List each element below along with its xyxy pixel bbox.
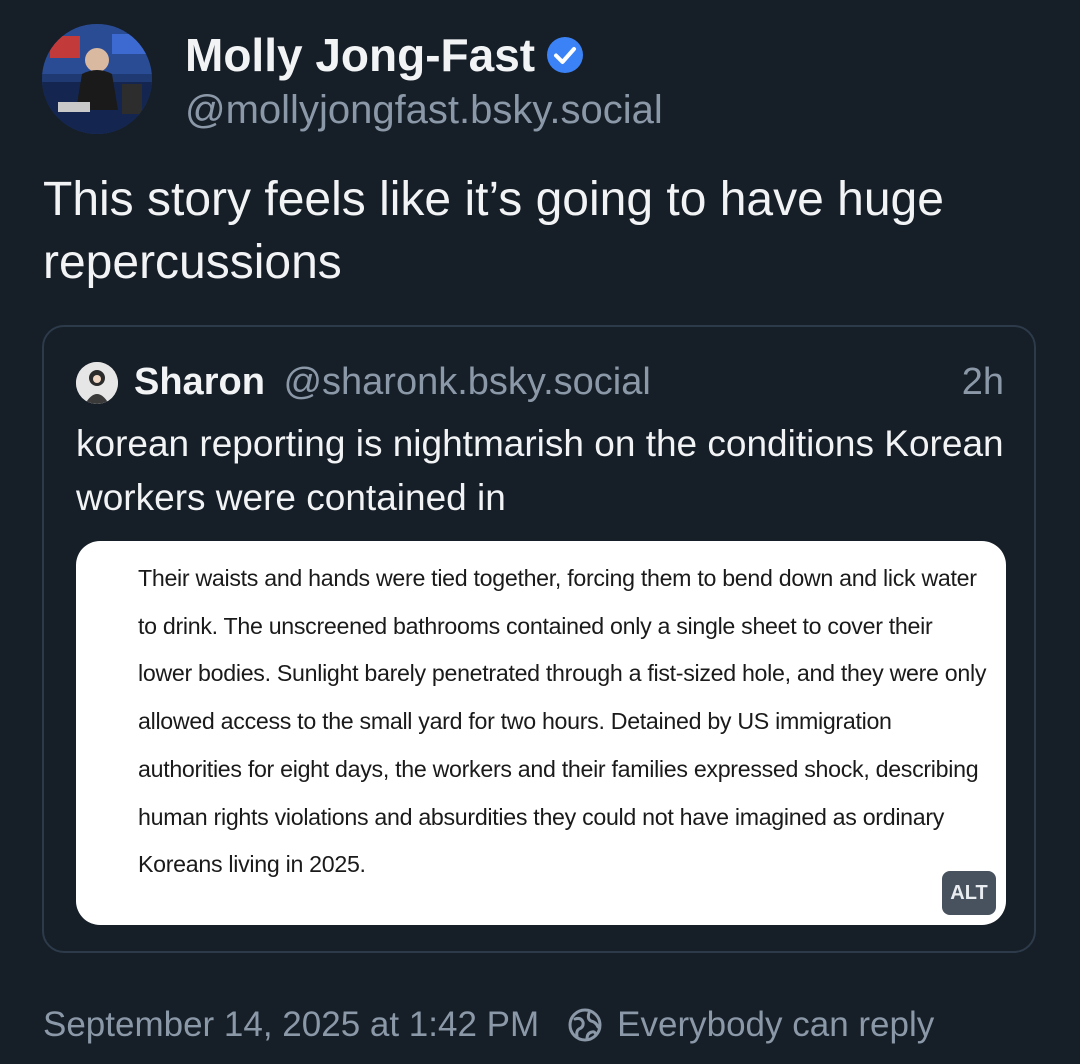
post-timestamp: September 14, 2025 at 1:42 PM <box>43 1005 540 1044</box>
author-name[interactable]: Molly Jong-Fast <box>185 28 585 82</box>
author-handle[interactable]: @mollyjongfast.bsky.social <box>185 86 663 134</box>
quoted-post-time: 2h <box>961 361 1004 403</box>
reply-setting-label: Everybody can reply <box>617 1005 935 1044</box>
globe-icon <box>568 1008 602 1042</box>
quoted-author-name[interactable]: Sharon <box>134 361 265 403</box>
quoted-post-image[interactable]: Their waists and hands were tied togethe… <box>76 541 1006 925</box>
post-footer: September 14, 2025 at 1:42 PM Everybody … <box>43 1000 934 1050</box>
post-thread-view: Molly Jong-Fast @mollyjongfast.bsky.soci… <box>0 0 1080 1064</box>
author-name-label: Molly Jong-Fast <box>185 29 536 81</box>
quoted-author-handle[interactable]: @sharonk.bsky.social <box>283 361 650 403</box>
quoted-author-avatar[interactable] <box>76 362 118 404</box>
verified-badge-icon <box>547 37 584 73</box>
avatar-photo <box>42 24 152 134</box>
image-article-text: Their waists and hands were tied togethe… <box>138 565 987 878</box>
alt-text-button[interactable]: ALT <box>942 871 996 915</box>
avatar-photo <box>76 362 118 404</box>
post-text: This story feels like it’s going to have… <box>43 173 944 289</box>
quoted-post-card[interactable]: Sharon @sharonk.bsky.social 2h korean re… <box>42 325 1036 953</box>
reply-setting[interactable]: Everybody can reply <box>567 1000 934 1050</box>
quoted-author-header: Sharon @sharonk.bsky.social <box>134 357 651 407</box>
author-avatar[interactable] <box>42 24 152 134</box>
quoted-post-text: korean reporting is nightmarish on the c… <box>76 423 1004 518</box>
